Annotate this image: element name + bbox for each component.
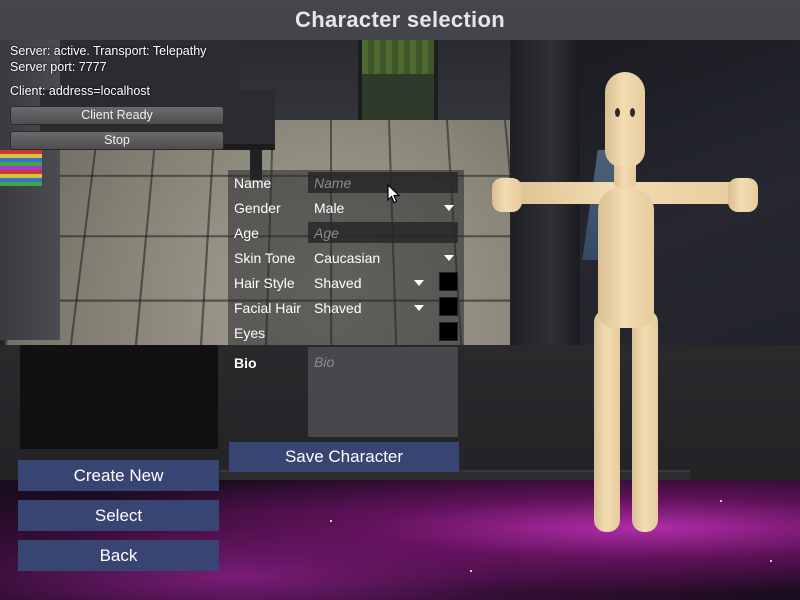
- character-eye: [630, 108, 635, 117]
- facial-hair-label: Facial Hair: [234, 300, 301, 316]
- bio-placeholder: Bio: [314, 354, 335, 370]
- eye-color-swatch[interactable]: [439, 322, 458, 341]
- client-address-text: Client: address=localhost: [10, 84, 151, 98]
- colored-shelf: [0, 150, 42, 186]
- eyes-label: Eyes: [234, 325, 266, 341]
- chevron-down-icon: [444, 205, 454, 211]
- chevron-down-icon: [414, 280, 424, 286]
- create-new-button[interactable]: Create New: [18, 460, 219, 491]
- skin-tone-label: Skin Tone: [234, 250, 296, 266]
- chevron-down-icon: [444, 255, 454, 261]
- hair-style-row: Hair Style Shaved: [228, 270, 464, 295]
- chevron-down-icon: [414, 305, 424, 311]
- facial-hair-row: Facial Hair Shaved: [228, 295, 464, 320]
- skin-tone-row: Skin Tone Caucasian: [228, 245, 464, 270]
- stop-button[interactable]: Stop: [10, 131, 224, 150]
- bio-label: Bio: [234, 355, 257, 371]
- name-input[interactable]: Name: [308, 172, 458, 193]
- gender-label: Gender: [234, 200, 281, 216]
- character-head: [605, 72, 645, 167]
- facial-hair-dropdown[interactable]: Shaved: [308, 297, 433, 318]
- title-bar: Character selection: [0, 0, 800, 40]
- character-form: Name Name Gender Male Age Age Skin Tone …: [228, 170, 464, 472]
- server-port-text: Server port: 7777: [10, 60, 107, 74]
- hair-style-dropdown[interactable]: Shaved: [308, 272, 433, 293]
- hair-color-swatch[interactable]: [439, 272, 458, 291]
- name-row: Name Name: [228, 170, 464, 195]
- age-label: Age: [234, 225, 259, 241]
- gender-dropdown[interactable]: Male: [308, 197, 458, 218]
- bio-textarea[interactable]: Bio: [308, 347, 458, 437]
- name-placeholder: Name: [314, 175, 352, 191]
- skin-tone-dropdown[interactable]: Caucasian: [308, 247, 458, 268]
- back-button[interactable]: Back: [18, 540, 219, 571]
- character-left-hand: [492, 178, 522, 212]
- hair-style-label: Hair Style: [234, 275, 295, 291]
- gender-row: Gender Male: [228, 195, 464, 220]
- skin-tone-value: Caucasian: [314, 250, 381, 266]
- door-stripe: [362, 40, 434, 74]
- character-right-hand: [728, 178, 758, 212]
- character-left-leg: [594, 310, 620, 532]
- hair-style-value: Shaved: [314, 275, 362, 291]
- save-character-button[interactable]: Save Character: [229, 442, 459, 472]
- page-title: Character selection: [295, 7, 505, 32]
- eyes-row: Eyes: [228, 320, 464, 345]
- age-placeholder: Age: [314, 225, 339, 241]
- client-ready-button[interactable]: Client Ready: [10, 106, 224, 125]
- character-right-leg: [632, 310, 658, 532]
- select-button[interactable]: Select: [18, 500, 219, 531]
- character-eye: [615, 108, 620, 117]
- age-input[interactable]: Age: [308, 222, 458, 243]
- facial-hair-value: Shaved: [314, 300, 362, 316]
- facial-hair-color-swatch[interactable]: [439, 297, 458, 316]
- server-status-text: Server: active. Transport: Telepathy: [10, 44, 207, 58]
- name-label: Name: [234, 175, 272, 191]
- character-torso: [598, 188, 654, 328]
- character-model: [490, 70, 760, 540]
- character-list[interactable]: [20, 345, 218, 449]
- network-status: Server: active. Transport: Telepathy Ser…: [10, 43, 206, 99]
- age-row: Age Age: [228, 220, 464, 245]
- gender-value: Male: [314, 200, 345, 216]
